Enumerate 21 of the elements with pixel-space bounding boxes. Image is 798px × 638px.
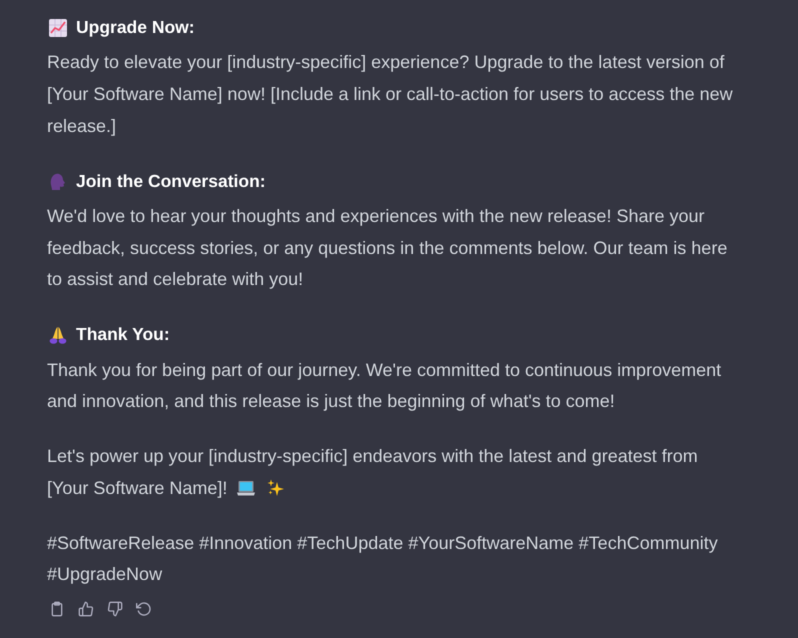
- sparkles-icon: [267, 478, 286, 497]
- speaking-head-icon: [49, 172, 67, 190]
- section-body: Thank you for being part of our journey. We're committed to continuous improvement and innovation, and this release is just the beginning of what's to come!: [47, 360, 722, 412]
- thumbs-down-icon: [107, 600, 123, 617]
- folded-hands-icon: [49, 326, 67, 344]
- closing-text: Let's power up your [industry-specific] endeavors with the latest and greatest from [Your Software Name]!: [47, 445, 699, 500]
- clipboard-icon: [49, 600, 65, 617]
- thumbs-up-icon: [78, 600, 94, 617]
- section-body: Ready to elevate your [industry-specific] experience? Upgrade to the latest version of [Your Software Name] now! [Include a link or call-to-action for users to access the new release.]: [47, 52, 733, 136]
- copy-button[interactable]: [49, 600, 65, 617]
- regenerate-button[interactable]: [136, 600, 152, 617]
- chart-increasing-icon: [49, 18, 67, 37]
- laptop-icon: [236, 480, 256, 496]
- section-body: We'd love to hear your thoughts and experiences with the new release! Share your feedback, success stories, or any questions in the comments below. Our team is here to assist and celebrate with you!: [47, 206, 728, 290]
- dislike-button[interactable]: [107, 600, 123, 617]
- section-heading: Join the Conversation:: [76, 170, 266, 193]
- refresh-icon: [136, 600, 152, 617]
- section-heading: Thank You:: [76, 323, 170, 346]
- hashtags-text: #SoftwareRelease #Innovation #TechUpdate #YourSoftwareName #TechCommunity #UpgradeNow: [47, 532, 719, 586]
- section-heading: Upgrade Now:: [76, 16, 195, 39]
- like-button[interactable]: [78, 600, 94, 617]
